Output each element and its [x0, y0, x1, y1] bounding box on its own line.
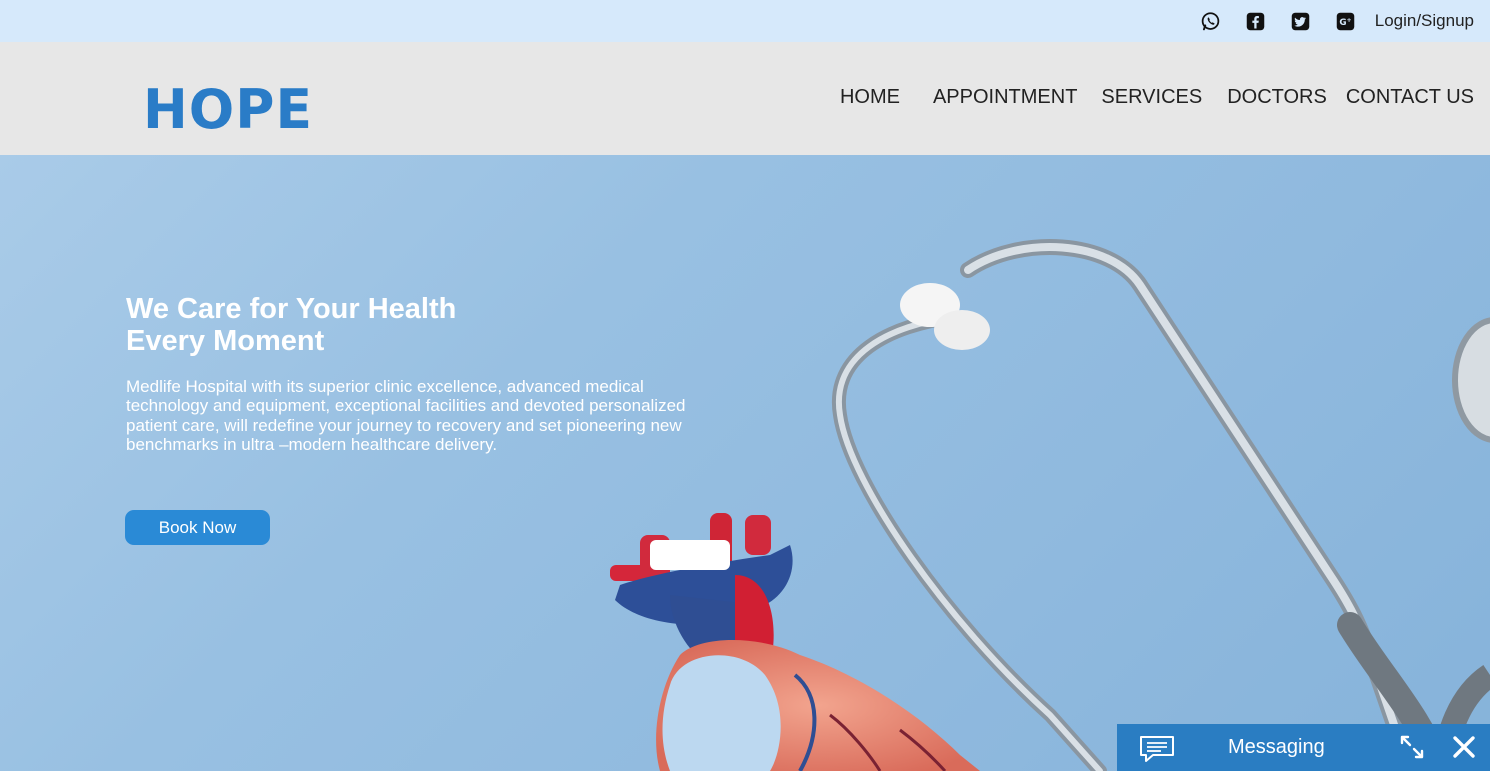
expand-icon[interactable] [1398, 733, 1426, 761]
hero-description: Medlife Hospital with its superior clini… [126, 377, 686, 454]
nav-home[interactable]: HOME [840, 86, 900, 109]
messaging-label[interactable]: Messaging [1228, 736, 1325, 759]
hero-title-line-2: Every Moment [126, 325, 325, 357]
nav-contact-us[interactable]: CONTACT US [1346, 86, 1474, 109]
twitter-icon[interactable] [1290, 10, 1312, 32]
nav-appointment[interactable]: APPOINTMENT [933, 86, 1077, 109]
main-nav: HOME APPOINTMENT SERVICES DOCTORS CONTAC… [840, 86, 1474, 109]
chat-icon[interactable] [1139, 735, 1175, 763]
hero-image [610, 239, 1490, 771]
close-icon[interactable] [1451, 734, 1477, 760]
hero-title: We Care for Your Health Every Moment [126, 293, 646, 357]
site-header: HOPE HOME APPOINTMENT SERVICES DOCTORS C… [0, 42, 1490, 155]
nav-services[interactable]: SERVICES [1101, 86, 1202, 109]
messaging-widget[interactable]: Messaging [1117, 724, 1490, 771]
nav-doctors[interactable]: DOCTORS [1227, 86, 1327, 109]
hero-banner: We Care for Your Health Every Moment Med… [0, 155, 1490, 771]
social-links: G + [1177, 10, 1357, 32]
login-signup-link[interactable]: Login/Signup [1375, 11, 1474, 31]
whatsapp-icon[interactable] [1200, 10, 1222, 32]
top-utility-bar: G + Login/Signup [0, 0, 1490, 42]
site-logo[interactable]: HOPE [143, 84, 318, 134]
google-plus-icon[interactable]: G + [1335, 10, 1357, 32]
logo-text: HOPE [143, 84, 313, 134]
svg-text:G: G [1340, 18, 1347, 28]
hero-title-line-1: We Care for Your Health [126, 293, 457, 325]
book-now-button[interactable]: Book Now [125, 510, 270, 545]
facebook-icon[interactable] [1245, 10, 1267, 32]
heart-model [610, 513, 980, 771]
svg-text:+: + [1347, 16, 1352, 23]
